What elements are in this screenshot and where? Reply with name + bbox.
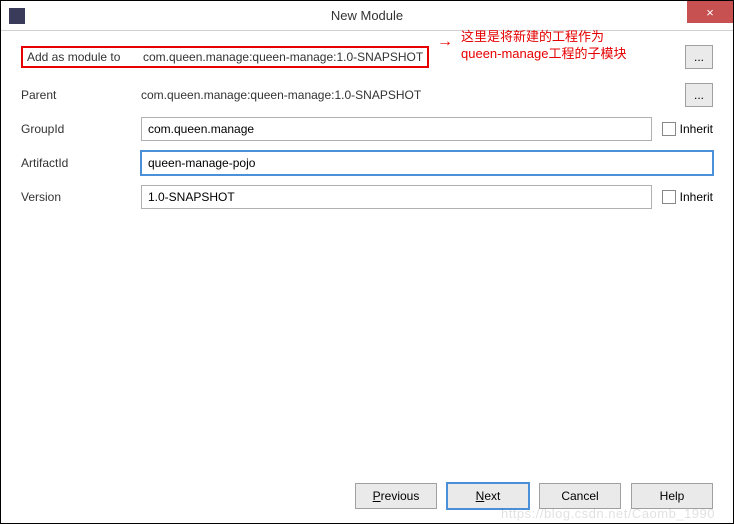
watermark-text: https://blog.csdn.net/Caomb_1990 xyxy=(501,506,715,521)
groupid-input[interactable] xyxy=(141,117,652,141)
add-as-module-value: com.queen.manage:queen-manage:1.0-SNAPSH… xyxy=(143,50,423,64)
add-as-module-label: Add as module to xyxy=(27,50,143,64)
annotation-line1: 这里是将新建的工程作为 xyxy=(461,29,626,46)
add-as-module-highlight: Add as module to com.queen.manage:queen-… xyxy=(21,46,429,68)
artifactid-input[interactable] xyxy=(141,151,713,175)
version-inherit-label: Inherit xyxy=(680,190,713,204)
arrow-icon: → xyxy=(437,33,453,51)
groupid-label: GroupId xyxy=(21,122,141,136)
app-icon xyxy=(9,8,25,24)
parent-label: Parent xyxy=(21,88,141,102)
groupid-inherit-checkbox[interactable] xyxy=(662,122,676,136)
close-button[interactable]: × xyxy=(687,1,733,23)
artifactid-label: ArtifactId xyxy=(21,156,141,170)
groupid-inherit-label: Inherit xyxy=(680,122,713,136)
annotation-line2: queen-manage工程的子模块 xyxy=(461,46,626,63)
window-title: New Module xyxy=(331,8,403,23)
annotation-text: 这里是将新建的工程作为 queen-manage工程的子模块 xyxy=(461,29,626,63)
version-inherit-checkbox[interactable] xyxy=(662,190,676,204)
version-label: Version xyxy=(21,190,141,204)
version-input[interactable] xyxy=(141,185,652,209)
close-icon: × xyxy=(706,5,714,20)
add-as-module-browse-button[interactable]: ... xyxy=(685,45,713,69)
parent-value: com.queen.manage:queen-manage:1.0-SNAPSH… xyxy=(141,88,677,102)
previous-button[interactable]: Previous xyxy=(355,483,437,509)
parent-browse-button[interactable]: ... xyxy=(685,83,713,107)
